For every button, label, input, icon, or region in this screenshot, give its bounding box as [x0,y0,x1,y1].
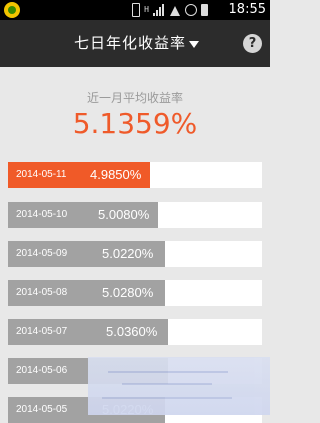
row-date: 2014-05-05 [16,404,68,415]
network-icon: H [144,5,149,14]
list-item[interactable]: 2014-05-09 5.0220% [8,241,262,267]
page-title[interactable]: 七日年化收益率 [74,34,186,52]
alarm-icon [185,4,197,16]
list-item[interactable]: 2014-05-07 5.0360% [8,319,262,345]
row-date: 2014-05-11 [16,169,67,180]
row-date: 2014-05-08 [16,287,68,298]
wifi-icon [169,4,181,16]
dropdown-caret-icon[interactable] [189,41,199,48]
row-value: 5.0220% [102,246,154,261]
list-item[interactable]: 2014-05-11 4.9850% [8,162,262,188]
battery-icon [201,4,208,16]
summary-panel: 近一月平均收益率 5.1359% [0,67,270,157]
row-value: 5.0280% [102,285,154,300]
help-button[interactable]: ? [243,34,262,53]
summary-label: 近一月平均收益率 [86,91,183,105]
row-date: 2014-05-10 [16,209,68,220]
summary-value: 5.1359% [72,107,198,140]
row-date: 2014-05-07 [16,326,68,337]
header-bar: 七日年化收益率 ? [0,20,270,67]
blurred-overlay [88,357,270,415]
app-icon [4,2,20,18]
status-time: 18:55 [228,2,266,17]
status-bar: H 18:55 [0,0,270,20]
row-date: 2014-05-09 [16,248,68,259]
signal-icon [153,4,165,16]
row-value: 4.9850% [90,167,142,182]
row-value: 5.0080% [98,207,150,222]
list-item[interactable]: 2014-05-10 5.0080% [8,202,262,228]
row-date: 2014-05-06 [16,365,68,376]
row-value: 5.0360% [106,324,158,339]
phone-icon [132,3,141,17]
list-item[interactable]: 2014-05-08 5.0280% [8,280,262,306]
